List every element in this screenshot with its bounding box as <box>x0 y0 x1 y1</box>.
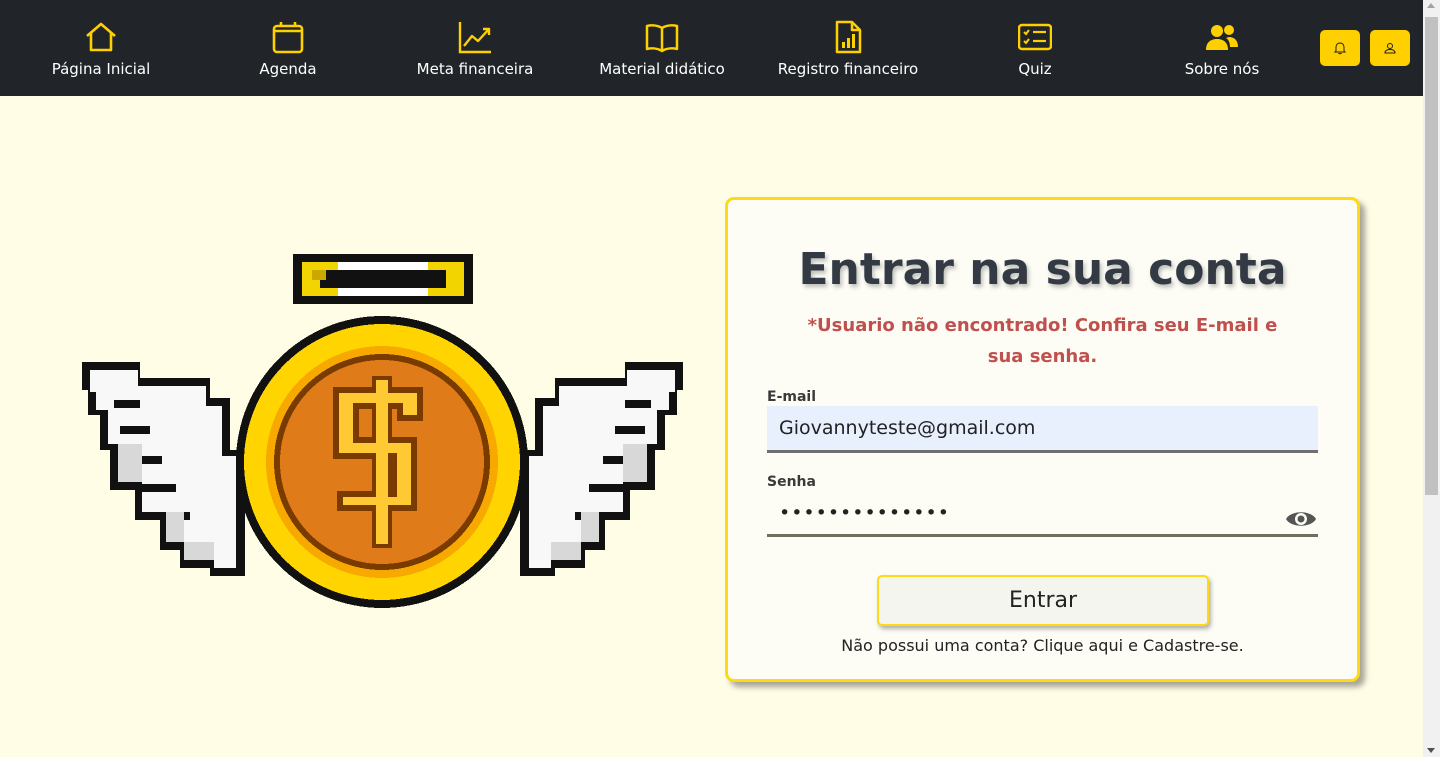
password-label: Senha <box>767 474 816 490</box>
nav-item-material-didatico[interactable]: Material didático <box>577 20 747 78</box>
nav-label: Quiz <box>1018 60 1052 78</box>
checklist-icon <box>1018 23 1052 51</box>
password-field[interactable] <box>767 492 1318 537</box>
bell-icon <box>1333 42 1347 55</box>
eye-icon <box>1286 512 1316 526</box>
nav-label: Registro financeiro <box>777 60 919 78</box>
user-icon <box>1384 43 1396 54</box>
nav-label: Material didático <box>599 60 725 78</box>
file-chart-icon <box>835 20 862 54</box>
notifications-button[interactable] <box>1320 30 1360 66</box>
nav-item-sobre-nos[interactable]: Sobre nós <box>1137 20 1307 78</box>
profile-button[interactable] <box>1370 30 1410 66</box>
scroll-up-arrow-icon[interactable] <box>1427 3 1435 8</box>
top-navbar: Página Inicial Agenda Meta financeira Ma… <box>0 0 1423 96</box>
book-icon <box>645 24 679 53</box>
winged-coin-icon <box>82 254 683 608</box>
signup-prompt: Não possui uma conta? Clique aqui e Cada… <box>728 636 1357 655</box>
scrollbar-thumb[interactable] <box>1425 17 1438 495</box>
nav-item-registro-financeiro[interactable]: Registro financeiro <box>763 20 933 78</box>
nav-item-meta-financeira[interactable]: Meta financeira <box>390 20 560 78</box>
chart-line-icon <box>458 22 491 54</box>
nav-label: Página Inicial <box>51 60 151 78</box>
toggle-password-visibility[interactable] <box>1284 506 1318 532</box>
nav-item-pagina-inicial[interactable]: Página Inicial <box>16 20 186 78</box>
login-error-message: *Usuario não encontrado! Confira seu E-m… <box>807 315 1278 367</box>
home-icon <box>86 22 116 52</box>
nav-label: Agenda <box>259 60 317 78</box>
calendar-icon <box>272 22 304 54</box>
nav-label: Meta financeira <box>416 60 534 78</box>
signup-prefix: Não possui uma conta? <box>841 636 1034 655</box>
scroll-down-arrow-icon[interactable] <box>1427 748 1435 753</box>
submit-button[interactable]: Entrar <box>877 575 1209 626</box>
signup-link[interactable]: Clique aqui e Cadastre-se. <box>1033 636 1244 655</box>
login-card: Entrar na sua conta *Usuario não encontr… <box>725 197 1360 682</box>
login-title: Entrar na sua conta <box>798 244 1287 295</box>
people-icon <box>1206 25 1238 50</box>
nav-item-quiz[interactable]: Quiz <box>950 20 1120 78</box>
nav-label: Sobre nós <box>1184 60 1260 78</box>
nav-item-agenda[interactable]: Agenda <box>203 20 373 78</box>
email-field[interactable] <box>767 406 1318 453</box>
page-scrollbar[interactable] <box>1423 0 1440 757</box>
email-label: E-mail <box>767 389 817 405</box>
